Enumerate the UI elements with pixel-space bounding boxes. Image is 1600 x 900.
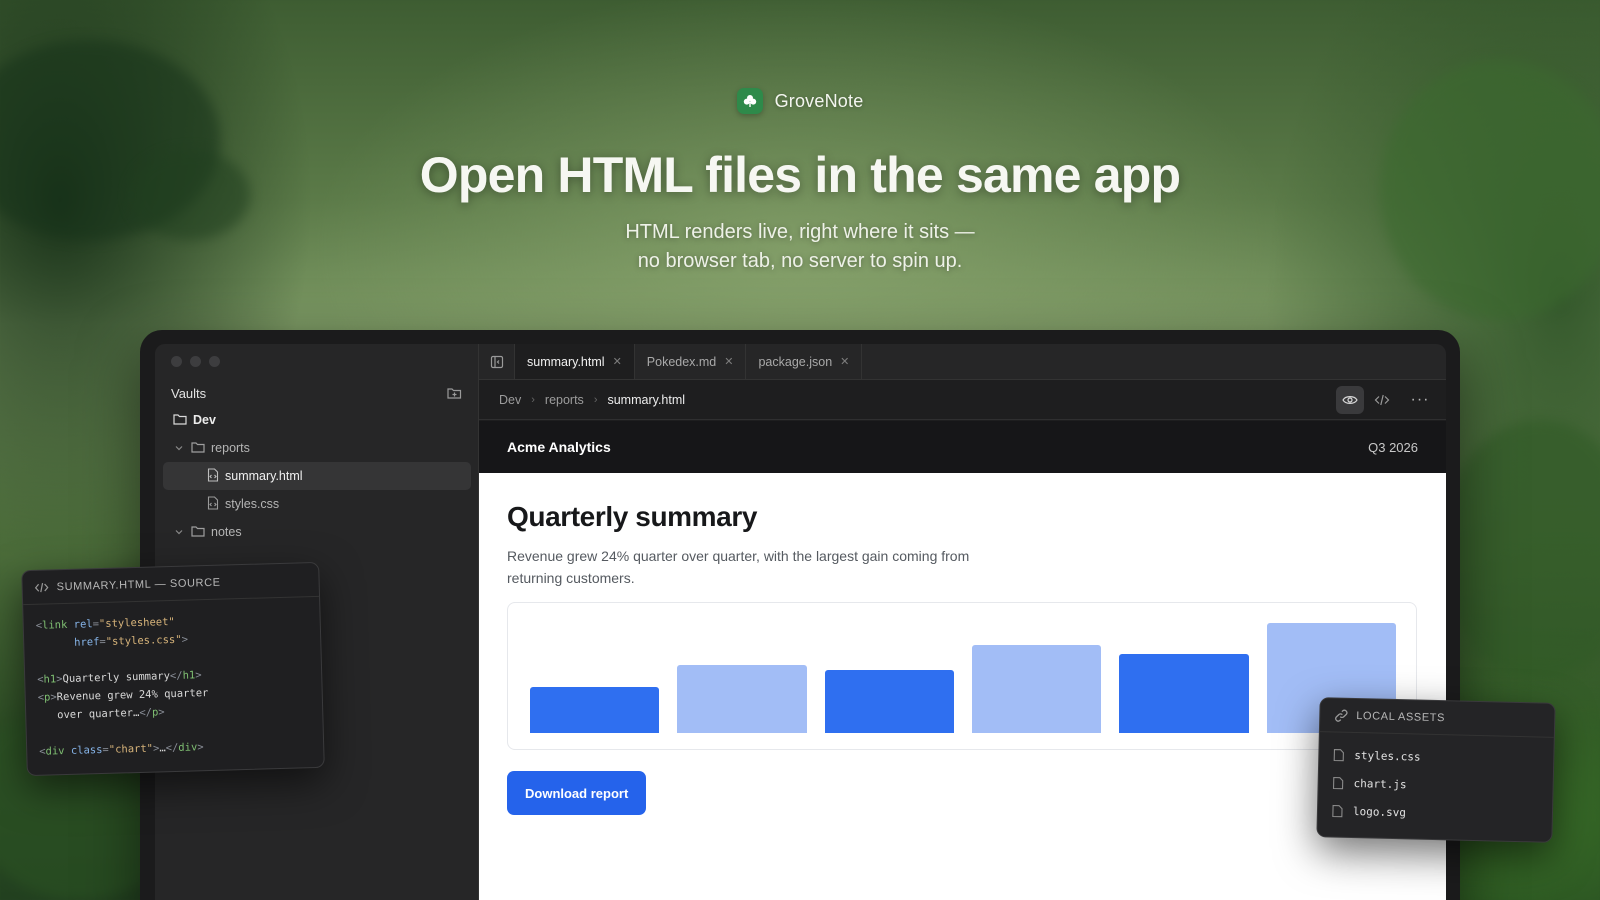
tab-label: package.json — [758, 354, 833, 369]
more-options-icon[interactable]: ··· — [1410, 391, 1430, 409]
folder-icon — [173, 413, 187, 428]
source-card-title: SUMMARY.HTML — SOURCE — [56, 576, 221, 593]
breadcrumb-current: summary.html — [607, 392, 686, 407]
sidebar-toggle-icon — [490, 355, 503, 368]
vaults-header: Vaults — [171, 384, 463, 402]
file-icon — [1332, 804, 1343, 817]
new-folder-icon[interactable] — [445, 384, 463, 402]
preview-period: Q3 2026 — [1368, 439, 1418, 455]
asset-item-label: styles.css — [1354, 748, 1421, 764]
sidebar-toggle-button[interactable] — [479, 344, 515, 379]
local-assets-list: styles.css chart.js logo.svg — [1317, 732, 1553, 838]
tree-folder-dev[interactable]: Dev — [163, 406, 471, 434]
tree-item-label: summary.html — [225, 469, 303, 483]
tree-item-label: styles.css — [225, 497, 280, 511]
preview-bar-chart — [507, 602, 1417, 750]
chart-bar — [530, 686, 660, 733]
tab-label: summary.html — [527, 354, 605, 369]
hero-subtitle: HTML renders live, right where it sits —… — [0, 218, 1600, 276]
file-icon — [1333, 748, 1344, 761]
local-assets-title: LOCAL ASSETS — [1356, 709, 1446, 724]
file-tree: Dev reports summary.html styles.css note… — [163, 406, 471, 546]
tab-package-json[interactable]: package.json ✕ — [746, 344, 863, 379]
link-icon — [1335, 709, 1348, 722]
hero-subtitle-line: HTML renders live, right where it sits — — [625, 221, 975, 243]
chevron-right-icon: › — [593, 393, 598, 406]
asset-item[interactable]: logo.svg — [1332, 796, 1539, 829]
source-mode-button[interactable] — [1368, 386, 1396, 414]
tab-summary-html[interactable]: summary.html ✕ — [515, 344, 635, 379]
tree-file-summary-html[interactable]: summary.html — [163, 462, 471, 490]
tab-bar: summary.html ✕ Pokedex.md ✕ package.json… — [479, 344, 1446, 380]
vaults-title: Vaults — [171, 385, 207, 401]
tree-item-label: reports — [211, 441, 250, 455]
brand-name: GroveNote — [774, 90, 864, 111]
breadcrumb-item[interactable]: Dev — [499, 393, 521, 407]
tree-file-styles-css[interactable]: styles.css — [163, 490, 471, 518]
preview-header: Acme Analytics Q3 2026 — [479, 421, 1446, 473]
chevron-down-icon[interactable] — [173, 442, 185, 454]
tree-folder-reports[interactable]: reports — [163, 434, 471, 462]
source-card: SUMMARY.HTML — SOURCE <link rel="stylesh… — [21, 561, 325, 777]
close-tab-icon[interactable]: ✕ — [613, 355, 622, 368]
breadcrumb: Dev › reports › summary.html ··· — [479, 380, 1446, 420]
preview-mode-button[interactable] — [1336, 386, 1364, 414]
chevron-down-icon[interactable] — [173, 526, 185, 538]
editor-pane: summary.html ✕ Pokedex.md ✕ package.json… — [479, 344, 1446, 900]
code-icon — [1374, 394, 1390, 406]
folder-icon — [191, 525, 205, 540]
asset-item-label: chart.js — [1353, 776, 1407, 791]
clover-logo-icon — [736, 88, 763, 114]
brand: GroveNote — [0, 88, 1600, 114]
close-window-button[interactable] — [171, 356, 182, 367]
download-report-button[interactable]: Download report — [507, 771, 647, 815]
minimize-window-button[interactable] — [190, 356, 201, 367]
breadcrumb-item[interactable]: reports — [545, 393, 584, 407]
local-assets-card: LOCAL ASSETS styles.css chart.js logo.sv… — [1316, 697, 1556, 843]
window-controls — [171, 356, 220, 367]
chart-bar — [677, 664, 807, 733]
code-icon — [34, 582, 49, 592]
chart-bar — [972, 645, 1102, 733]
chart-bar — [1119, 653, 1249, 733]
code-file-icon — [207, 467, 219, 485]
hero-subtitle-line: no browser tab, no server to spin up. — [637, 250, 963, 272]
preview-company-name: Acme Analytics — [507, 439, 611, 455]
source-code-block: <link rel="stylesheet" href="styles.css"… — [35, 615, 209, 758]
folder-icon — [191, 441, 205, 456]
chart-bar — [824, 670, 954, 733]
html-preview: Acme Analytics Q3 2026 Quarterly summary… — [479, 421, 1446, 900]
app-window: Vaults Dev reports summary.html styles.c… — [155, 344, 1446, 900]
chevron-right-icon: › — [531, 393, 535, 406]
preview-description: Revenue grew 24% quarter over quarter, w… — [507, 548, 970, 586]
close-tab-icon[interactable]: ✕ — [724, 355, 733, 368]
asset-item-label: logo.svg — [1352, 804, 1407, 819]
tree-item-label: notes — [211, 525, 242, 539]
foliage-blob — [1440, 420, 1600, 680]
code-file-icon — [207, 495, 219, 513]
preview-title: Quarterly summary — [507, 501, 757, 532]
hero-title: Open HTML files in the same app — [419, 147, 1181, 203]
tree-folder-notes[interactable]: notes — [163, 518, 471, 546]
tab-pokedex-md[interactable]: Pokedex.md ✕ — [635, 344, 747, 379]
view-mode-toggle: ··· — [1336, 386, 1430, 414]
close-tab-icon[interactable]: ✕ — [840, 355, 849, 368]
tab-label: Pokedex.md — [646, 354, 717, 369]
tree-item-label: Dev — [193, 413, 216, 427]
local-assets-header: LOCAL ASSETS — [1319, 698, 1555, 738]
eye-icon — [1342, 396, 1358, 404]
zoom-window-button[interactable] — [209, 356, 220, 367]
file-icon — [1332, 776, 1344, 789]
